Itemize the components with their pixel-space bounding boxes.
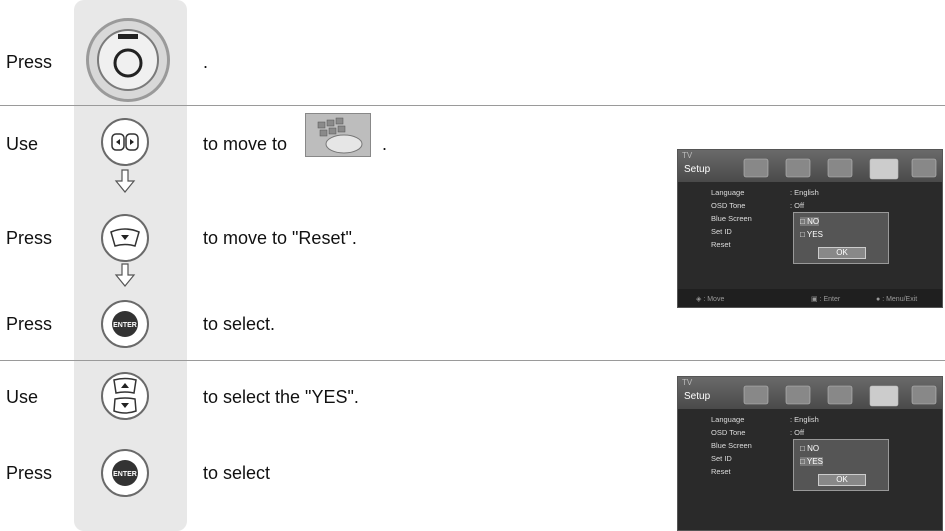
step-label: Press [6,463,53,483]
down-button-icon [101,214,149,262]
tv-menu-value: : Off [790,428,805,437]
section-divider [0,360,945,361]
tv-hint-text: : Enter [819,296,841,303]
enter-button-text: ENTER [113,471,137,478]
step-label: Press [6,228,53,248]
tv-hint-text: : Menu/Exit [882,296,918,303]
tv-popup-option: □ YES [800,457,823,466]
tv-menu-item: OSD Tone [711,428,746,437]
tv-menu-item: Blue Screen [711,214,752,223]
tv-source-label: TV [682,378,693,387]
setup-menu-icon [305,113,371,157]
step-label: Use [6,134,39,154]
tv-menu-value: : English [790,188,819,197]
tv-menu-item: Set ID [711,227,732,236]
step-label: Use [6,387,39,407]
tv-hint-enter: ▣ : Enter [811,296,841,303]
tv-menu-title: Setup [684,391,711,402]
tv-popup-option-label: NO [807,444,820,453]
tv-menu-item: Blue Screen [711,441,752,450]
tv-menu-icons [743,158,937,180]
tv-popup-option: □ NO [800,217,820,226]
step-label: Press [6,314,53,334]
step-instruction: to select. [203,314,276,334]
tv-menu-icons [743,385,937,407]
step-label: Press [6,52,53,72]
arrow-down-icon [114,169,136,193]
tv-popup-option-label: YES [806,457,823,466]
tv-menu-title: Setup [684,164,711,175]
left-right-button-icon [101,118,149,166]
tv-source-label: TV [682,151,693,160]
tv-menu-value: : English [790,415,819,424]
tv-menu-item: Set ID [711,454,732,463]
section-divider [0,105,945,106]
tv-popup-option: □ NO [800,444,820,453]
tv-screen-reset-menu: TV Setup Language OSD Tone Blue Screen S… [677,149,943,308]
enter-button-text: ENTER [113,322,137,329]
tv-ok-button: OK [818,247,866,259]
tv-hint-exit: ● : Menu/Exit [876,296,918,303]
step-instruction: to select the "YES". [203,387,359,407]
tv-menu-item: Reset [711,467,731,476]
enter-button-icon: ENTER [101,300,149,348]
tv-screen-yes-selected: TV Setup Language OSD Tone Blue Screen S… [677,376,943,531]
tv-popup-option-label: NO [807,217,820,226]
step-instruction: to move to "Reset". [203,228,357,248]
tv-menu-item: Reset [711,240,731,249]
tv-reset-popup: □ NO □ YES OK [793,439,889,491]
tv-menu-item: OSD Tone [711,201,746,210]
tv-menu-item: Language [711,188,745,197]
tv-hint-move: ◈ : Move [696,296,725,303]
tv-menu-value: : Off [790,201,805,210]
enter-button-icon: ENTER [101,449,149,497]
tv-popup-option-label: YES [806,230,823,239]
tv-ok-button: OK [818,474,866,486]
up-down-button-icon [101,372,149,420]
step-instruction: . [203,52,209,72]
step-instruction-suffix: . [382,134,388,154]
tv-popup-option: □ YES [800,230,823,239]
tv-hint-text: : Move [703,296,725,303]
step-instruction: to move to [203,134,288,154]
power-button-icon [86,18,170,102]
tv-menu-item: Language [711,415,745,424]
step-instruction: to select [203,463,271,483]
tv-reset-popup: □ NO □ YES OK [793,212,889,264]
arrow-down-icon [114,263,136,287]
